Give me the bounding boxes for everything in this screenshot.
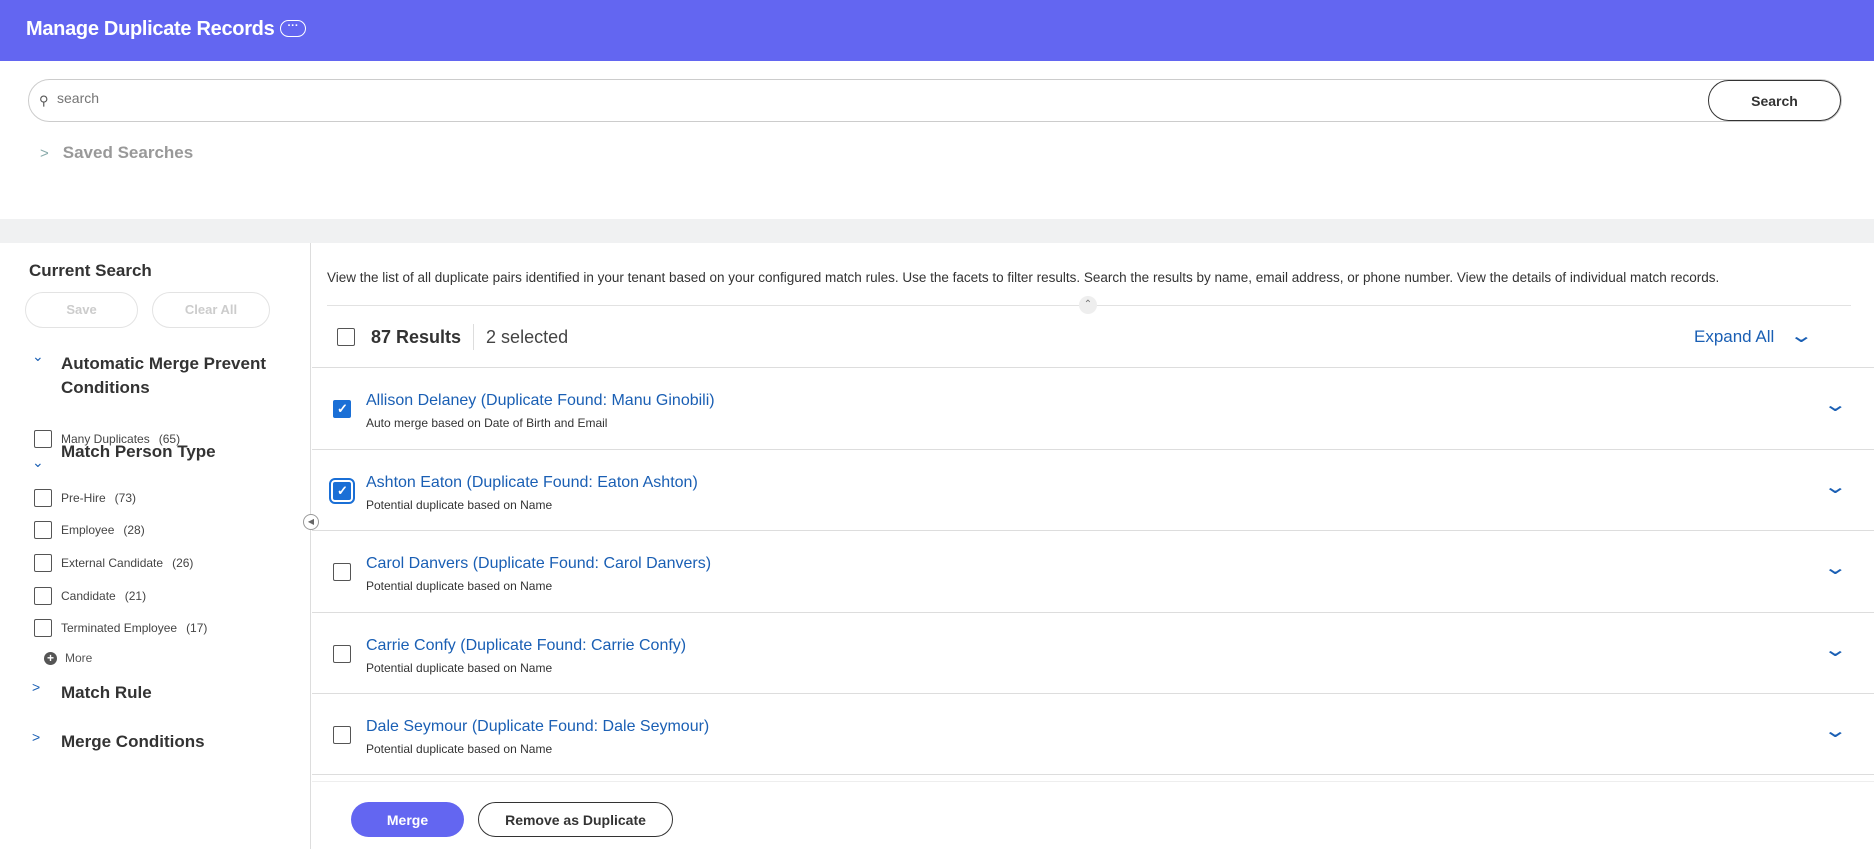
result-row[interactable]: Ashton Eaton (Duplicate Found: Eaton Ash… [312, 449, 1874, 531]
row-checkbox[interactable] [333, 645, 351, 663]
facet-item-label: Candidate [61, 589, 116, 603]
facet-sidebar [0, 243, 311, 849]
facet-item-label: External Candidate [61, 556, 164, 570]
expand-all-label: Expand All [1693, 327, 1775, 346]
result-title-link[interactable]: Ashton Eaton (Duplicate Found: Eaton Ash… [366, 474, 698, 492]
checkbox[interactable] [34, 619, 52, 637]
page-header: Manage Duplicate Records ··· [0, 0, 1874, 61]
result-row[interactable]: Dale Seymour (Duplicate Found: Dale Seym… [312, 693, 1874, 775]
facet-item-count: (17) [186, 621, 208, 635]
facet-item-count: (73) [114, 491, 137, 505]
facet-item-label: Pre-Hire [61, 491, 106, 505]
facet-item-count: (26) [172, 556, 194, 570]
result-subtitle: Potential duplicate based on Name [366, 742, 553, 756]
select-all-checkbox[interactable] [337, 328, 355, 346]
saved-searches-label: Saved Searches [62, 143, 194, 162]
row-checkbox[interactable] [333, 400, 351, 418]
chevron-down-icon[interactable]: ⌄ [1823, 392, 1848, 417]
chevron-up-icon[interactable]: ⌃ [1079, 296, 1097, 314]
checkbox[interactable] [34, 489, 52, 507]
chevron-down-icon[interactable]: ⌄ [32, 454, 44, 471]
result-subtitle: Auto merge based on Date of Birth and Em… [366, 416, 608, 430]
expand-all-button[interactable]: Expand All ⌄ [1693, 323, 1814, 348]
facet-item-count: (28) [123, 523, 145, 537]
ellipsis-icon[interactable]: ··· [280, 20, 306, 37]
more-label: More [65, 651, 93, 665]
facet-item[interactable]: Terminated Employee (17) [34, 619, 207, 637]
result-title-link[interactable]: Dale Seymour (Duplicate Found: Dale Seym… [366, 718, 709, 736]
checkbox[interactable] [34, 587, 52, 605]
facet-item[interactable]: Employee (28) [34, 521, 145, 539]
result-subtitle: Potential duplicate based on Name [366, 579, 553, 593]
chevron-down-icon[interactable]: ⌄ [1823, 718, 1848, 743]
checkbox[interactable] [34, 521, 52, 539]
result-subtitle: Potential duplicate based on Name [366, 498, 553, 512]
chevron-right-icon[interactable]: > [32, 679, 40, 695]
facet-heading-match-rule[interactable]: Match Rule [61, 681, 291, 705]
facet-item-count: (21) [124, 589, 147, 603]
merge-button[interactable]: Merge [351, 802, 464, 837]
results-count: 87 Results [371, 326, 462, 347]
checkbox[interactable] [34, 554, 52, 572]
chevron-down-icon[interactable]: ⌄ [1823, 474, 1848, 499]
remove-as-duplicate-button[interactable]: Remove as Duplicate [478, 802, 673, 837]
facet-item[interactable]: External Candidate (26) [34, 554, 193, 572]
result-row[interactable]: Allison Delaney (Duplicate Found: Manu G… [312, 367, 1874, 449]
row-checkbox[interactable] [333, 563, 351, 581]
chevron-down-icon[interactable]: ⌄ [1823, 555, 1848, 580]
checkbox[interactable] [34, 430, 52, 448]
result-subtitle: Potential duplicate based on Name [366, 661, 553, 675]
divider [473, 324, 475, 350]
facet-item[interactable]: Pre-Hire (73) [34, 489, 136, 507]
chevron-right-icon[interactable]: > [32, 729, 40, 745]
row-checkbox[interactable] [333, 726, 351, 744]
chevron-down-icon: ⌄ [1789, 325, 1815, 347]
chevron-down-icon[interactable]: ⌄ [1823, 637, 1848, 662]
result-title-link[interactable]: Allison Delaney (Duplicate Found: Manu G… [366, 392, 715, 410]
result-row[interactable]: Carol Danvers (Duplicate Found: Carol Da… [312, 530, 1874, 612]
facet-heading-merge-conditions[interactable]: Merge Conditions [61, 730, 291, 754]
save-search-button[interactable]: Save [25, 292, 138, 328]
page-description: View the list of all duplicate pairs ide… [327, 270, 1720, 285]
result-title-link[interactable]: Carol Danvers (Duplicate Found: Carol Da… [366, 555, 711, 573]
plus-circle-icon: + [44, 651, 57, 665]
result-title-link[interactable]: Carrie Confy (Duplicate Found: Carrie Co… [366, 637, 686, 655]
clear-all-button[interactable]: Clear All [152, 292, 270, 328]
chevron-down-icon[interactable]: ⌄ [32, 348, 44, 365]
saved-searches-toggle[interactable]: > Saved Searches [40, 143, 193, 163]
facet-heading-auto-merge-prevent[interactable]: Automatic Merge Prevent Conditions [61, 352, 291, 400]
results-header: 87 Results 2 selected [337, 324, 569, 350]
chevron-right-icon: > [40, 145, 49, 162]
result-row[interactable]: Carrie Confy (Duplicate Found: Carrie Co… [312, 612, 1874, 694]
search-bar: ⚲ [28, 79, 1842, 122]
search-button[interactable]: Search [1708, 80, 1841, 121]
facet-heading-match-person-type[interactable]: Match Person Type [61, 440, 291, 464]
section-divider [0, 219, 1874, 243]
search-input[interactable] [57, 90, 1657, 106]
current-search-heading: Current Search [29, 261, 152, 280]
selected-count: 2 selected [486, 326, 569, 347]
search-icon: ⚲ [39, 93, 49, 108]
facet-item-label: Employee [61, 523, 115, 537]
facet-item-label: Terminated Employee [61, 621, 178, 635]
row-checkbox[interactable] [329, 478, 355, 504]
more-facets-link[interactable]: + More [44, 651, 92, 665]
facet-item[interactable]: Candidate (21) [34, 587, 146, 605]
page-title: Manage Duplicate Records [26, 18, 275, 40]
